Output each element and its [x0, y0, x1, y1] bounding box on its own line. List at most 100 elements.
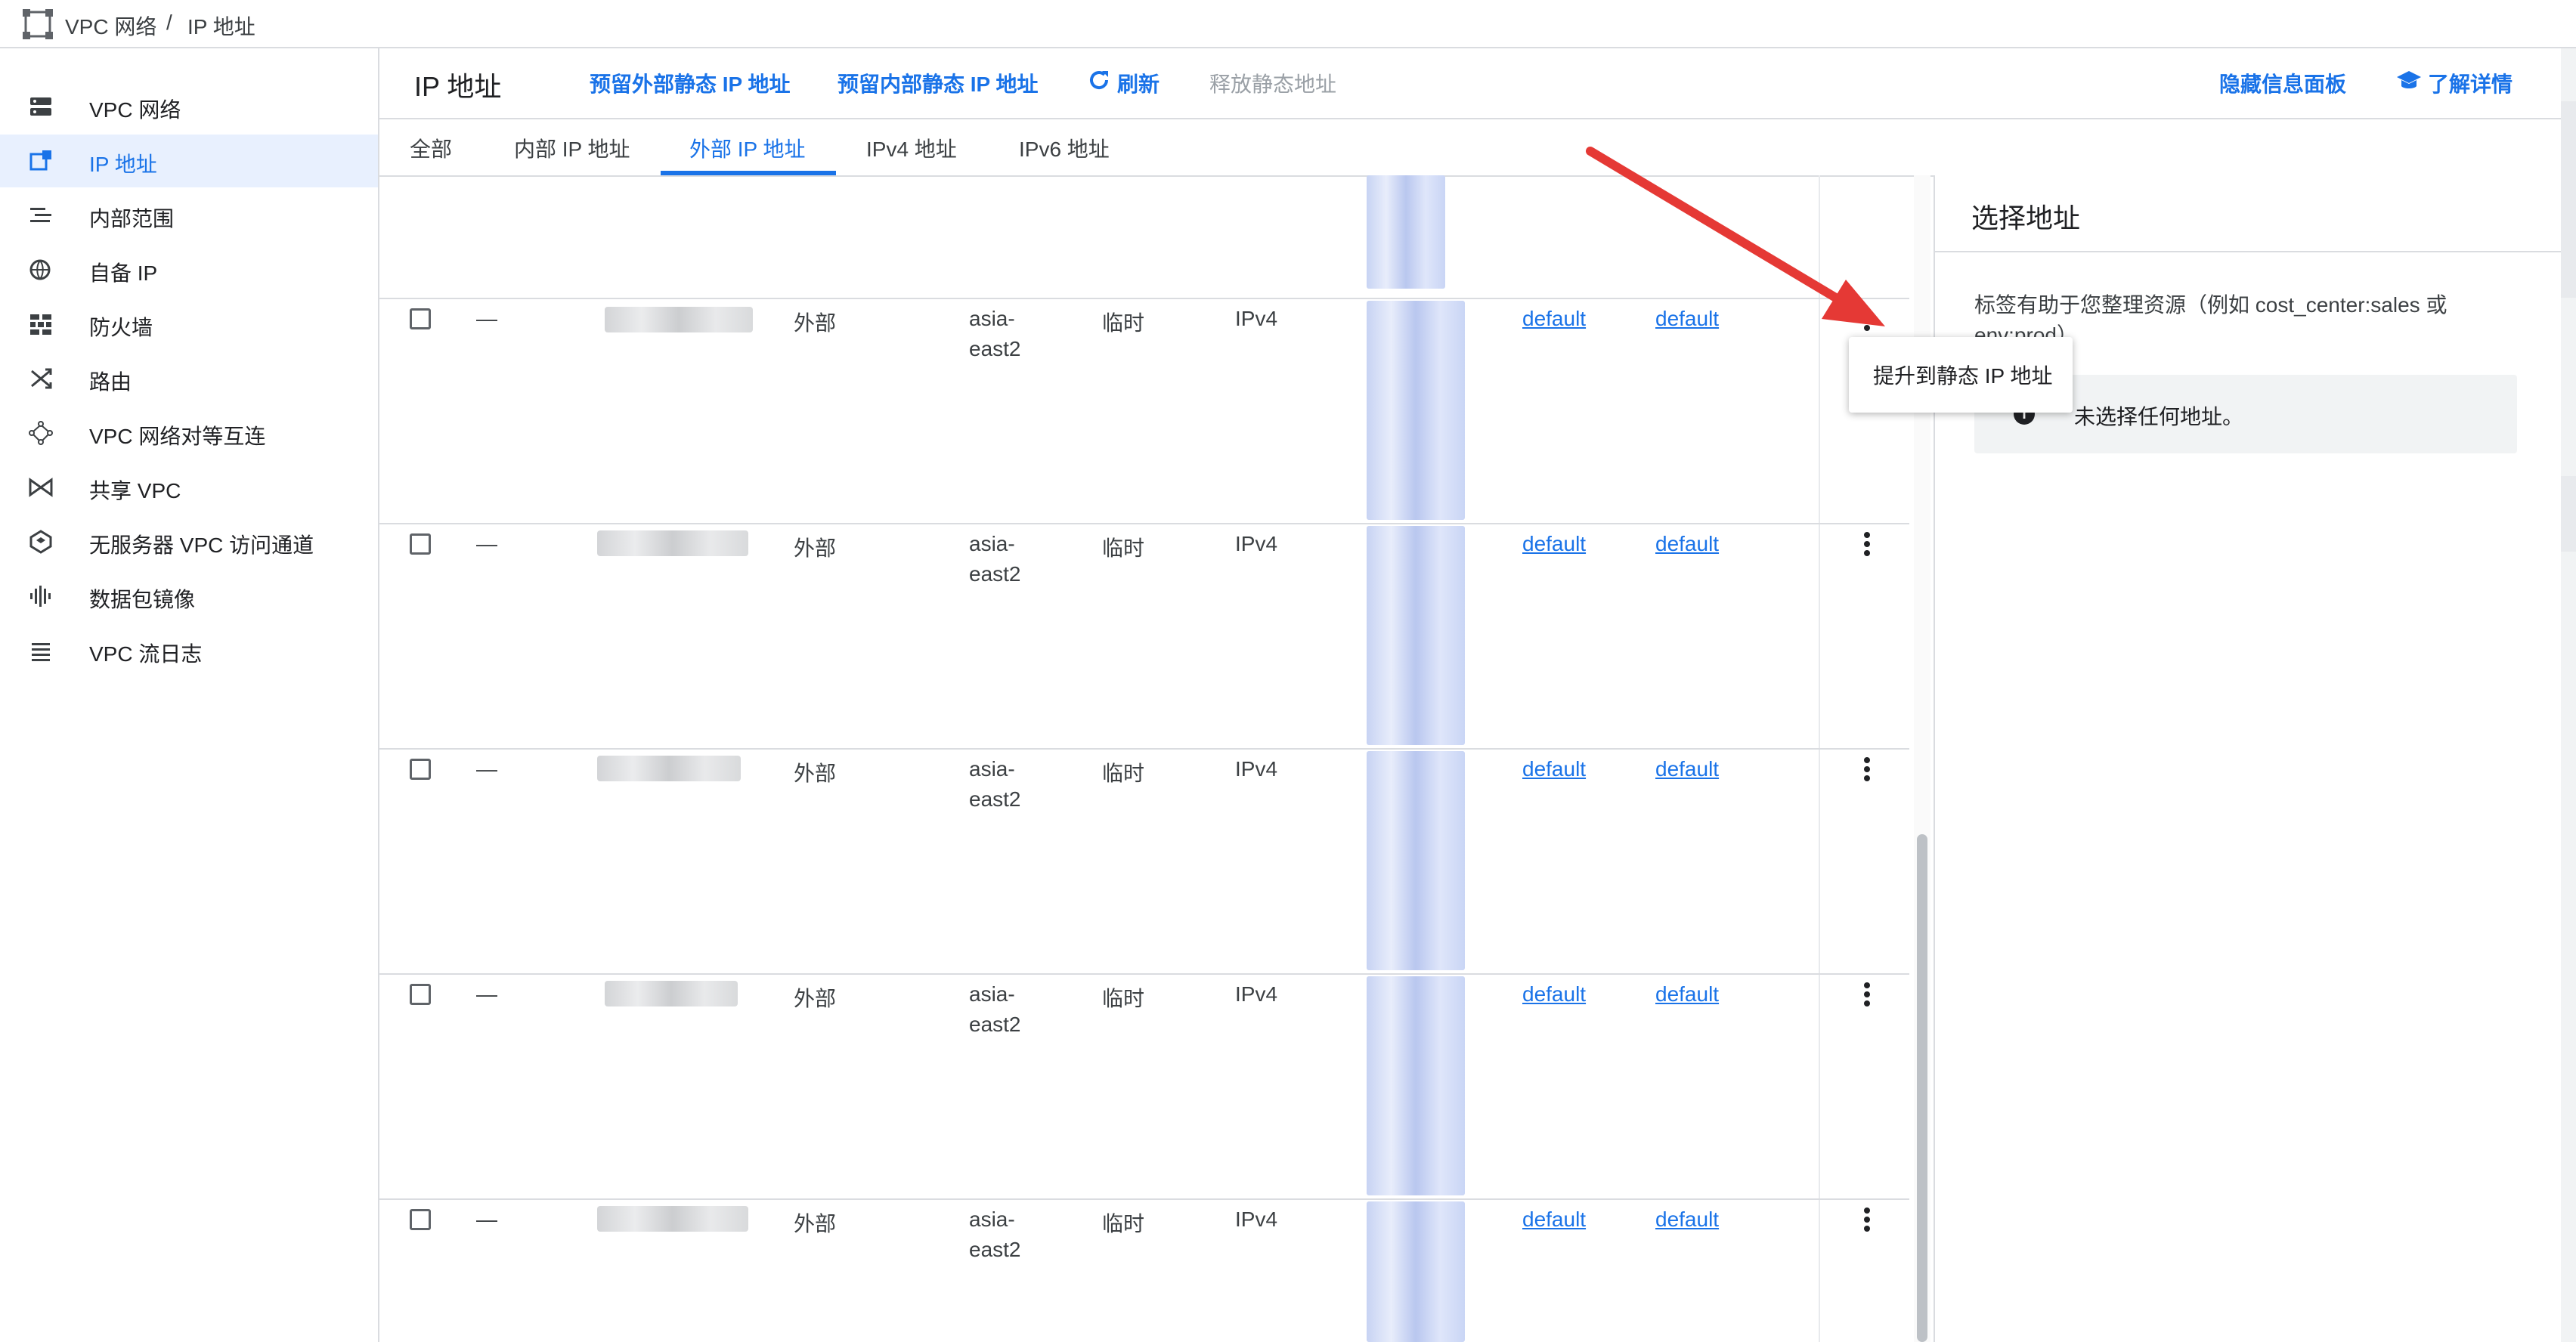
redacted-cell	[1367, 526, 1465, 745]
row-access-type: 外部	[794, 1212, 837, 1235]
routes-icon	[31, 368, 52, 389]
row-divider	[379, 1198, 1909, 1200]
row-network-link[interactable]: default	[1522, 982, 1586, 1006]
breadcrumb-bar: VPC 网络 / IP 地址	[0, 0, 2576, 48]
row-name: —	[476, 307, 497, 330]
shared-vpc-icon	[29, 478, 53, 497]
flow-logs-icon	[32, 643, 50, 661]
redacted-cell	[1367, 751, 1465, 970]
hide-info-panel-button[interactable]: 隐藏信息面板	[2219, 68, 2346, 98]
row-region-line2: east2	[969, 1238, 1021, 1261]
reserve-external-ip-button[interactable]: 预留外部静态 IP 地址	[590, 68, 791, 98]
row-type: 临时	[1102, 987, 1145, 1010]
row-subnet-link[interactable]: default	[1655, 1207, 1719, 1232]
refresh-icon[interactable]	[1087, 68, 1111, 92]
school-cap-icon	[2397, 71, 2421, 88]
tab-ipv6[interactable]: IPv6 地址	[1019, 133, 1110, 163]
row-checkbox[interactable]	[410, 1209, 431, 1230]
peering-icon	[29, 421, 53, 445]
row-access-type: 外部	[794, 536, 837, 560]
row-checkbox[interactable]	[410, 533, 431, 555]
promote-to-static-menu-item[interactable]: 提升到静态 IP 地址	[1873, 360, 2053, 390]
sidebar-item-label: VPC 网络对等互连	[89, 425, 266, 448]
row-network-link[interactable]: default	[1522, 1207, 1586, 1232]
tab-external-ip[interactable]: 外部 IP 地址	[689, 133, 806, 163]
row-divider	[379, 973, 1909, 975]
row-divider	[379, 748, 1909, 750]
row-more-actions-icon[interactable]	[1853, 1204, 1881, 1238]
sidebar-item-serverless-connector[interactable]: 无服务器 VPC 访问通道	[0, 515, 378, 568]
row-region-line2: east2	[969, 562, 1021, 586]
row-access-type: 外部	[794, 987, 837, 1010]
redacted-cell	[1367, 301, 1465, 520]
table-scrollbar-thumb[interactable]	[1917, 834, 1927, 1342]
sidebar-item-byoip[interactable]: 自备 IP	[0, 243, 378, 296]
info-panel-description: 标签有助于您整理资源（例如 cost_center:sales 或 env:pr…	[1974, 293, 2448, 343]
row-checkbox[interactable]	[410, 759, 431, 780]
sidebar-item-vpc-peering[interactable]: VPC 网络对等互连	[0, 407, 378, 459]
row-type: 临时	[1102, 762, 1145, 785]
row-checkbox[interactable]	[410, 308, 431, 329]
sidebar-item-label: 路由	[89, 370, 132, 394]
breadcrumb-separator: /	[166, 11, 172, 34]
row-name: —	[476, 532, 497, 555]
row-name: —	[476, 1207, 497, 1231]
adjacent-window-edge	[2561, 48, 2576, 1342]
row-more-actions-icon[interactable]	[1853, 979, 1881, 1013]
sidebar-item-label: VPC 网络	[89, 98, 181, 122]
tab-ipv4[interactable]: IPv4 地址	[866, 133, 957, 163]
sidebar-item-firewall[interactable]: 防火墙	[0, 298, 378, 351]
redacted-ip	[597, 1206, 748, 1232]
learn-more-link[interactable]: 了解详情	[2428, 68, 2513, 98]
sidebar-item-ip-addresses[interactable]: IP 地址	[0, 135, 378, 187]
row-type: 临时	[1102, 536, 1145, 560]
row-region-line2: east2	[969, 1013, 1021, 1036]
page-title: IP 地址	[414, 71, 502, 102]
release-static-address-button[interactable]: 释放静态地址	[1209, 68, 1336, 98]
promote-to-static-menu: 提升到静态 IP 地址	[1849, 337, 2073, 413]
firewall-icon	[30, 314, 51, 335]
row-region-line1: asia-	[969, 532, 1015, 555]
row-subnet-link[interactable]: default	[1655, 757, 1719, 781]
annotation-arrow-icon	[1586, 147, 1885, 326]
row-more-actions-icon[interactable]	[1853, 754, 1881, 787]
byoip-globe-icon	[29, 259, 51, 280]
tab-internal-ip[interactable]: 内部 IP 地址	[514, 133, 630, 163]
sidebar-item-flow-logs[interactable]: VPC 流日志	[0, 624, 378, 677]
row-more-actions-icon[interactable]	[1853, 529, 1881, 562]
internal-range-icon	[30, 208, 51, 222]
empty-selection-message: 未选择任何地址。	[2074, 405, 2244, 428]
sidebar-item-shared-vpc[interactable]: 共享 VPC	[0, 461, 378, 514]
row-network-link[interactable]: default	[1522, 532, 1586, 556]
breadcrumb-root[interactable]: VPC 网络	[65, 11, 156, 41]
row-subnet-link[interactable]: default	[1655, 982, 1719, 1006]
sidebar-item-vpc-network[interactable]: VPC 网络	[0, 80, 378, 133]
sidebar-item-label: 防火墙	[89, 316, 153, 339]
row-region-line1: asia-	[969, 757, 1015, 781]
tab-all[interactable]: 全部	[410, 133, 452, 163]
info-panel-title: 选择地址	[1971, 203, 2081, 233]
row-divider	[379, 523, 1909, 524]
row-region-line2: east2	[969, 787, 1021, 811]
row-checkbox[interactable]	[410, 984, 431, 1005]
packet-mirroring-icon	[30, 586, 51, 607]
row-type: 临时	[1102, 311, 1145, 335]
row-subnet-link[interactable]: default	[1655, 532, 1719, 556]
row-name: —	[476, 982, 497, 1006]
sidebar-item-internal-ranges[interactable]: 内部范围	[0, 189, 378, 242]
row-network-link[interactable]: default	[1522, 757, 1586, 781]
breadcrumb-current: IP 地址	[187, 15, 255, 39]
refresh-button[interactable]: 刷新	[1117, 68, 1160, 98]
redacted-cell	[1367, 976, 1465, 1195]
row-region-line1: asia-	[969, 307, 1015, 330]
redacted-ip	[605, 307, 753, 332]
row-access-type: 外部	[794, 762, 837, 785]
sidebar-item-routes[interactable]: 路由	[0, 352, 378, 405]
sidebar-item-packet-mirroring[interactable]: 数据包镜像	[0, 570, 378, 623]
row-network-link[interactable]: default	[1522, 307, 1586, 331]
sidebar-item-label: 内部范围	[89, 207, 175, 230]
row-region-line2: east2	[969, 337, 1021, 360]
row-version: IPv4	[1235, 532, 1278, 555]
reserve-internal-ip-button[interactable]: 预留内部静态 IP 地址	[838, 68, 1039, 98]
redacted-cell	[1367, 175, 1445, 289]
